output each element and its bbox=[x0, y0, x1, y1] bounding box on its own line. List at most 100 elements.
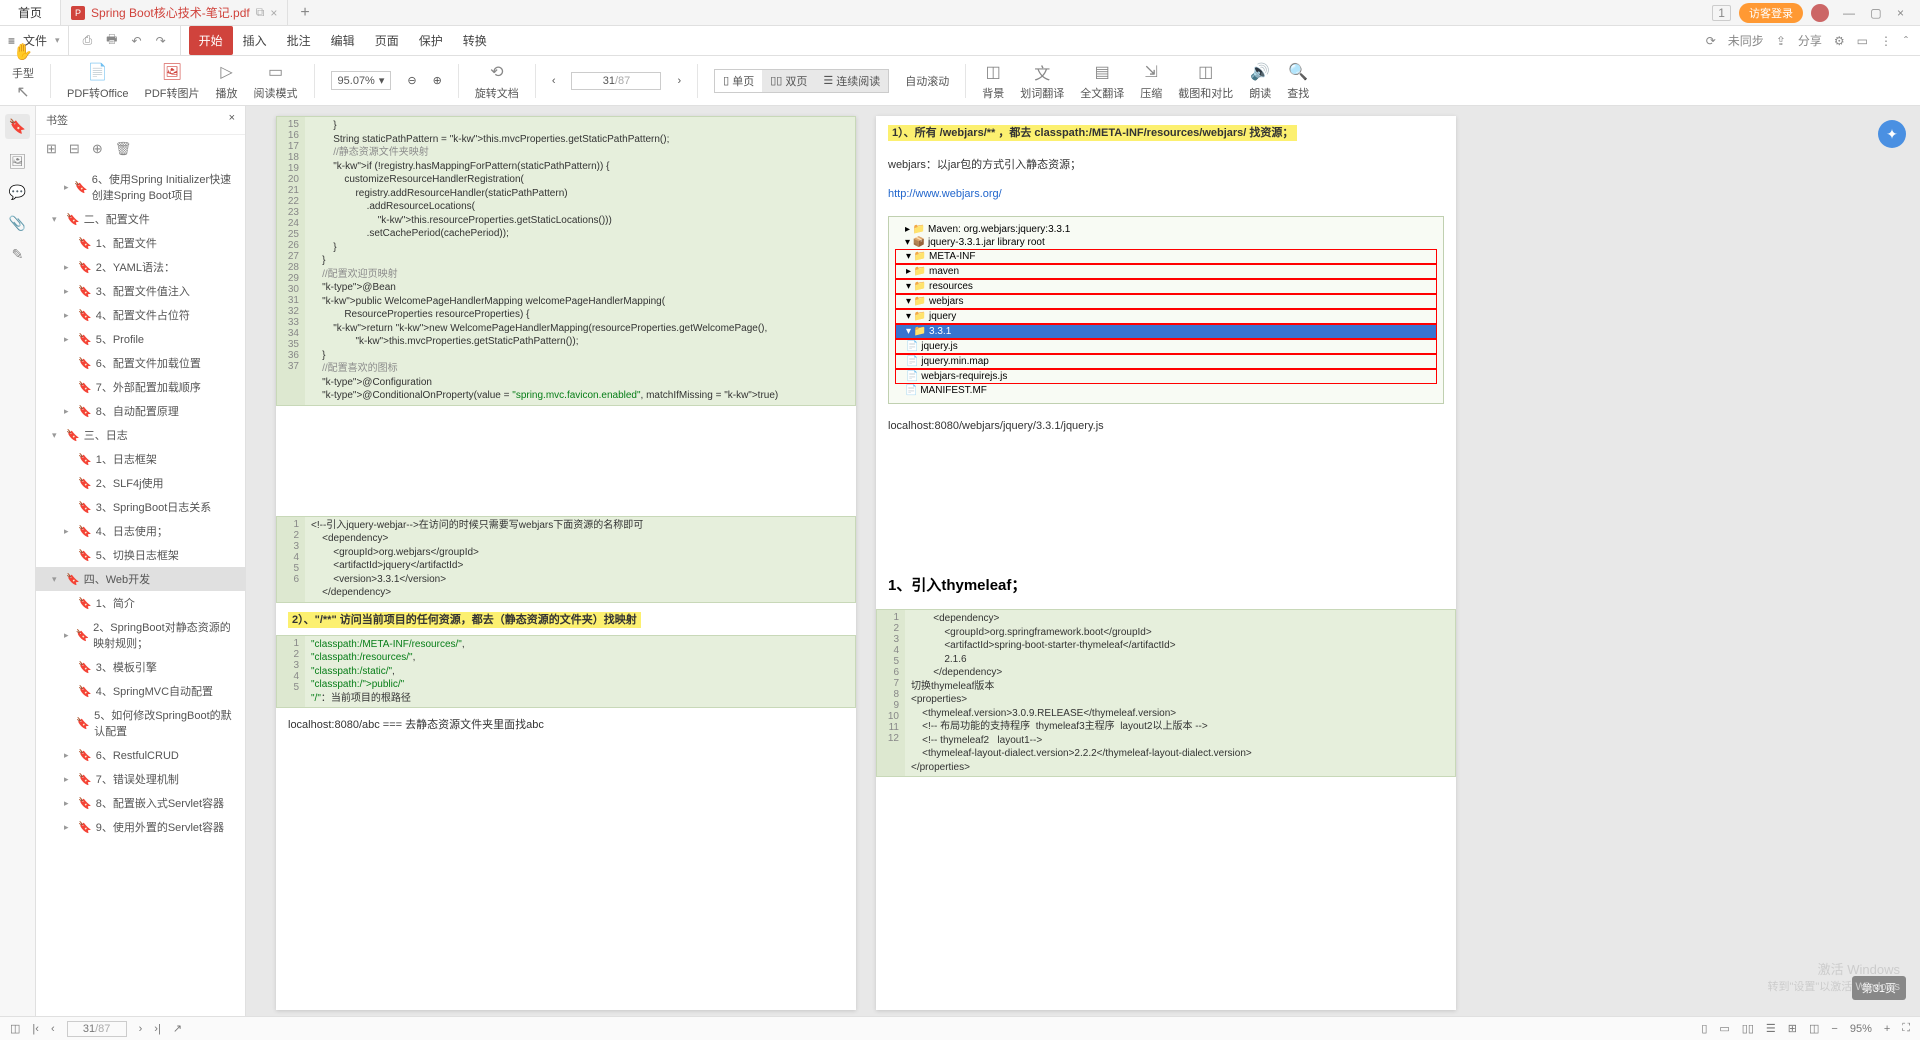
sync-label[interactable]: 未同步 bbox=[1728, 32, 1764, 49]
bookmark-item[interactable]: ▸🔖2、SpringBoot对静态资源的映射规则； bbox=[36, 615, 245, 655]
bookmark-item[interactable]: 🔖1、配置文件 bbox=[36, 231, 245, 255]
comment-rail-icon[interactable]: 💬 bbox=[9, 184, 26, 201]
prev-page-icon[interactable]: ‹ bbox=[552, 75, 556, 87]
view6-icon[interactable]: ◫ bbox=[1809, 1022, 1819, 1035]
bookmark-item[interactable]: 🔖1、日志框架 bbox=[36, 447, 245, 471]
document-area[interactable]: 1516171819202122232425262728293031323334… bbox=[246, 106, 1920, 1020]
last-page-icon[interactable]: ›| bbox=[154, 1023, 161, 1035]
thumbnail-rail-icon[interactable]: 🖼 bbox=[9, 153, 27, 170]
bookmark-item[interactable]: ▸🔖6、使用Spring Initializer快速创建Spring Boot项… bbox=[36, 167, 245, 207]
avatar-icon[interactable] bbox=[1811, 4, 1829, 22]
bookmark-item[interactable]: ▸🔖4、日志使用； bbox=[36, 519, 245, 543]
maximize-icon[interactable]: ▢ bbox=[1864, 6, 1887, 20]
home-tab[interactable]: 首页 bbox=[0, 0, 61, 25]
signature-rail-icon[interactable]: ✎ bbox=[12, 246, 24, 263]
page-input[interactable]: 31/87 bbox=[571, 72, 661, 90]
badge-num[interactable]: 1 bbox=[1712, 5, 1731, 21]
zoom-in-status-icon[interactable]: + bbox=[1884, 1023, 1890, 1035]
bookmark-item[interactable]: 🔖1、简介 bbox=[36, 591, 245, 615]
bookmark-item[interactable]: ▸🔖2、YAML语法： bbox=[36, 255, 245, 279]
view5-icon[interactable]: ⊞ bbox=[1788, 1022, 1797, 1035]
sidebar-toggle-icon[interactable]: ◫ bbox=[10, 1022, 20, 1035]
double-page-button[interactable]: ▯▯双页 bbox=[762, 70, 815, 92]
autoscroll-button[interactable]: 自动滚动 bbox=[905, 73, 949, 89]
assist-fab[interactable]: ✦ bbox=[1878, 120, 1906, 148]
bookmark-item[interactable]: ▸🔖8、配置嵌入式Servlet容器 bbox=[36, 791, 245, 815]
tab-page[interactable]: 页面 bbox=[365, 26, 409, 55]
zoom-status[interactable]: 95% bbox=[1850, 1023, 1872, 1035]
view1-icon[interactable]: ▯ bbox=[1701, 1022, 1707, 1035]
bookmark-item[interactable]: ▸🔖7、错误处理机制 bbox=[36, 767, 245, 791]
zoom-out-status-icon[interactable]: − bbox=[1831, 1023, 1837, 1035]
hand-tool[interactable]: ✋手型 bbox=[12, 41, 34, 81]
tab-protect[interactable]: 保护 bbox=[409, 26, 453, 55]
window-icon[interactable]: ▭ bbox=[1857, 34, 1868, 48]
compare-button[interactable]: ◫截图和对比 bbox=[1178, 61, 1233, 101]
close-panel-icon[interactable]: × bbox=[229, 112, 235, 128]
rotate-button[interactable]: ⟲旋转文档 bbox=[475, 61, 519, 101]
tab-insert[interactable]: 插入 bbox=[233, 26, 277, 55]
read-aloud-button[interactable]: 🔊朗读 bbox=[1249, 61, 1271, 101]
webjars-link[interactable]: http://www.webjars.org/ bbox=[888, 188, 1002, 200]
pdf2img-button[interactable]: 🖼PDF转图片 bbox=[145, 61, 200, 101]
tab-comment[interactable]: 批注 bbox=[277, 26, 321, 55]
bookmark-item[interactable]: 🔖3、模板引擎 bbox=[36, 655, 245, 679]
bookmark-rail-icon[interactable]: 🔖 bbox=[5, 114, 30, 139]
search-button[interactable]: 🔍查找 bbox=[1287, 61, 1309, 101]
pdf2office-button[interactable]: 📄PDF转Office bbox=[67, 61, 129, 101]
bookmark-item[interactable]: 🔖4、SpringMVC自动配置 bbox=[36, 679, 245, 703]
zoom-in-icon[interactable]: ⊕ bbox=[433, 74, 442, 87]
collapse-icon[interactable]: ˆ bbox=[1904, 34, 1908, 48]
file-tab[interactable]: P Spring Boot核心技术-笔记.pdf ⧉ × bbox=[61, 0, 288, 25]
zoom-input[interactable]: 95.07%▾ bbox=[331, 71, 392, 90]
minimize-icon[interactable]: — bbox=[1837, 6, 1861, 20]
sync-icon[interactable]: ⟳ bbox=[1706, 34, 1716, 48]
fullscreen-icon[interactable]: ⛶ bbox=[1902, 1022, 1910, 1035]
print-icon[interactable]: ↶ bbox=[132, 34, 142, 48]
chevron-down-icon[interactable]: ▾ bbox=[55, 35, 60, 46]
single-page-button[interactable]: ▯单页 bbox=[715, 70, 762, 92]
close-icon[interactable]: × bbox=[1891, 6, 1910, 20]
bookmark-item[interactable]: 🔖5、切换日志框架 bbox=[36, 543, 245, 567]
word-translate-button[interactable]: 文划词翻译 bbox=[1020, 61, 1064, 101]
share-icon[interactable]: ⇪ bbox=[1776, 34, 1786, 48]
bookmark-item[interactable]: ▸🔖8、自动配置原理 bbox=[36, 399, 245, 423]
status-page-input[interactable]: 31/87 bbox=[67, 1021, 127, 1037]
popout-icon[interactable]: ⧉ bbox=[256, 5, 265, 20]
bookmark-item[interactable]: ▸🔖4、配置文件占位符 bbox=[36, 303, 245, 327]
jump-icon[interactable]: ↗ bbox=[173, 1022, 182, 1035]
bookmark-item[interactable]: ▾🔖二、配置文件 bbox=[36, 207, 245, 231]
collapse-all-icon[interactable]: ⊟ bbox=[69, 141, 80, 157]
next-page-status-icon[interactable]: › bbox=[139, 1023, 143, 1035]
play-button[interactable]: ▷播放 bbox=[216, 61, 238, 101]
continuous-button[interactable]: ☰连续阅读 bbox=[815, 70, 888, 92]
expand-all-icon[interactable]: ⊞ bbox=[46, 141, 57, 157]
prev-page-status-icon[interactable]: ‹ bbox=[51, 1023, 55, 1035]
view2-icon[interactable]: ▭ bbox=[1719, 1022, 1729, 1035]
login-button[interactable]: 访客登录 bbox=[1739, 3, 1803, 23]
readmode-button[interactable]: ▭阅读模式 bbox=[254, 61, 298, 101]
more-icon[interactable]: ⋮ bbox=[1880, 34, 1892, 48]
bookmark-item[interactable]: ▸🔖5、Profile bbox=[36, 327, 245, 351]
bookmark-item[interactable]: ▸🔖6、RestfulCRUD bbox=[36, 743, 245, 767]
tab-edit[interactable]: 编辑 bbox=[321, 26, 365, 55]
bookmark-item[interactable]: 🔖6、配置文件加载位置 bbox=[36, 351, 245, 375]
bookmark-item[interactable]: 🔖3、SpringBoot日志关系 bbox=[36, 495, 245, 519]
save-icon[interactable]: 🖶 bbox=[106, 30, 117, 51]
bookmark-item[interactable]: 🔖2、SLF4j使用 bbox=[36, 471, 245, 495]
attachment-rail-icon[interactable]: 📎 bbox=[9, 215, 26, 232]
bookmark-item[interactable]: ▾🔖四、Web开发 bbox=[36, 567, 245, 591]
open-icon[interactable]: ⎙ bbox=[83, 33, 93, 48]
tab-convert[interactable]: 转换 bbox=[453, 26, 497, 55]
full-translate-button[interactable]: ▤全文翻译 bbox=[1080, 61, 1124, 101]
add-bookmark-icon[interactable]: ⊕ bbox=[92, 141, 103, 157]
undo-icon[interactable]: ↷ bbox=[156, 34, 166, 48]
share-label[interactable]: 分享 bbox=[1798, 32, 1822, 49]
new-tab-button[interactable]: + bbox=[288, 4, 321, 22]
bookmark-item[interactable]: 🔖7、外部配置加载顺序 bbox=[36, 375, 245, 399]
background-button[interactable]: ◫背景 bbox=[982, 61, 1004, 101]
bookmark-item[interactable]: ▾🔖三、日志 bbox=[36, 423, 245, 447]
view3-icon[interactable]: ▯▯ bbox=[1742, 1022, 1754, 1035]
view4-icon[interactable]: ☰ bbox=[1766, 1022, 1776, 1035]
bookmark-item[interactable]: ▸🔖9、使用外置的Servlet容器 bbox=[36, 815, 245, 839]
